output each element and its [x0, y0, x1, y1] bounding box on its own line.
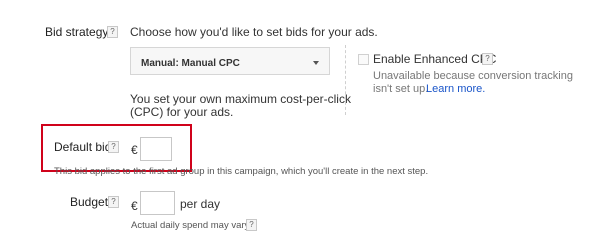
- bid-strategy-dropdown[interactable]: Manual: Manual CPC: [130, 47, 330, 75]
- budget-currency: €: [131, 199, 138, 213]
- enhanced-cpc-label: Enable Enhanced CPC: [373, 52, 497, 66]
- bid-strategy-help-icon[interactable]: ?: [107, 26, 118, 38]
- bid-strategy-dropdown-value: Manual: Manual CPC: [141, 58, 240, 69]
- enhanced-cpc-help-icon[interactable]: ?: [482, 53, 493, 65]
- enhanced-cpc-checkbox[interactable]: [358, 54, 369, 65]
- default-bid-label: Default bid: [54, 140, 112, 154]
- learn-more-link[interactable]: Learn more.: [426, 83, 485, 95]
- budget-label: Budget: [70, 195, 109, 209]
- bid-strategy-label: Bid strategy: [45, 25, 109, 39]
- enhanced-cpc-unavailable-line1: Unavailable because conversion tracking: [373, 70, 573, 82]
- default-bid-input[interactable]: [140, 137, 172, 161]
- vertical-divider: [345, 45, 346, 115]
- budget-per-day: per day: [180, 197, 221, 211]
- default-bid-help-icon[interactable]: ?: [108, 141, 119, 153]
- dropdown-arrow-icon: [313, 61, 319, 65]
- bid-strategy-description-line2: (CPC) for your ads.: [130, 105, 234, 119]
- budget-note: Actual daily spend may vary.: [131, 220, 252, 231]
- bid-strategy-prompt: Choose how you'd like to set bids for yo…: [130, 25, 378, 39]
- default-bid-currency: €: [131, 143, 138, 157]
- budget-note-help-icon[interactable]: ?: [246, 219, 257, 231]
- default-bid-note: This bid applies to the first ad group i…: [54, 166, 429, 177]
- budget-help-icon[interactable]: ?: [108, 196, 119, 208]
- budget-input[interactable]: [140, 191, 175, 215]
- bid-strategy-description-line1: You set your own maximum cost-per-click: [130, 92, 351, 106]
- enhanced-cpc-unavailable-line2: isn't set up.: [373, 83, 429, 95]
